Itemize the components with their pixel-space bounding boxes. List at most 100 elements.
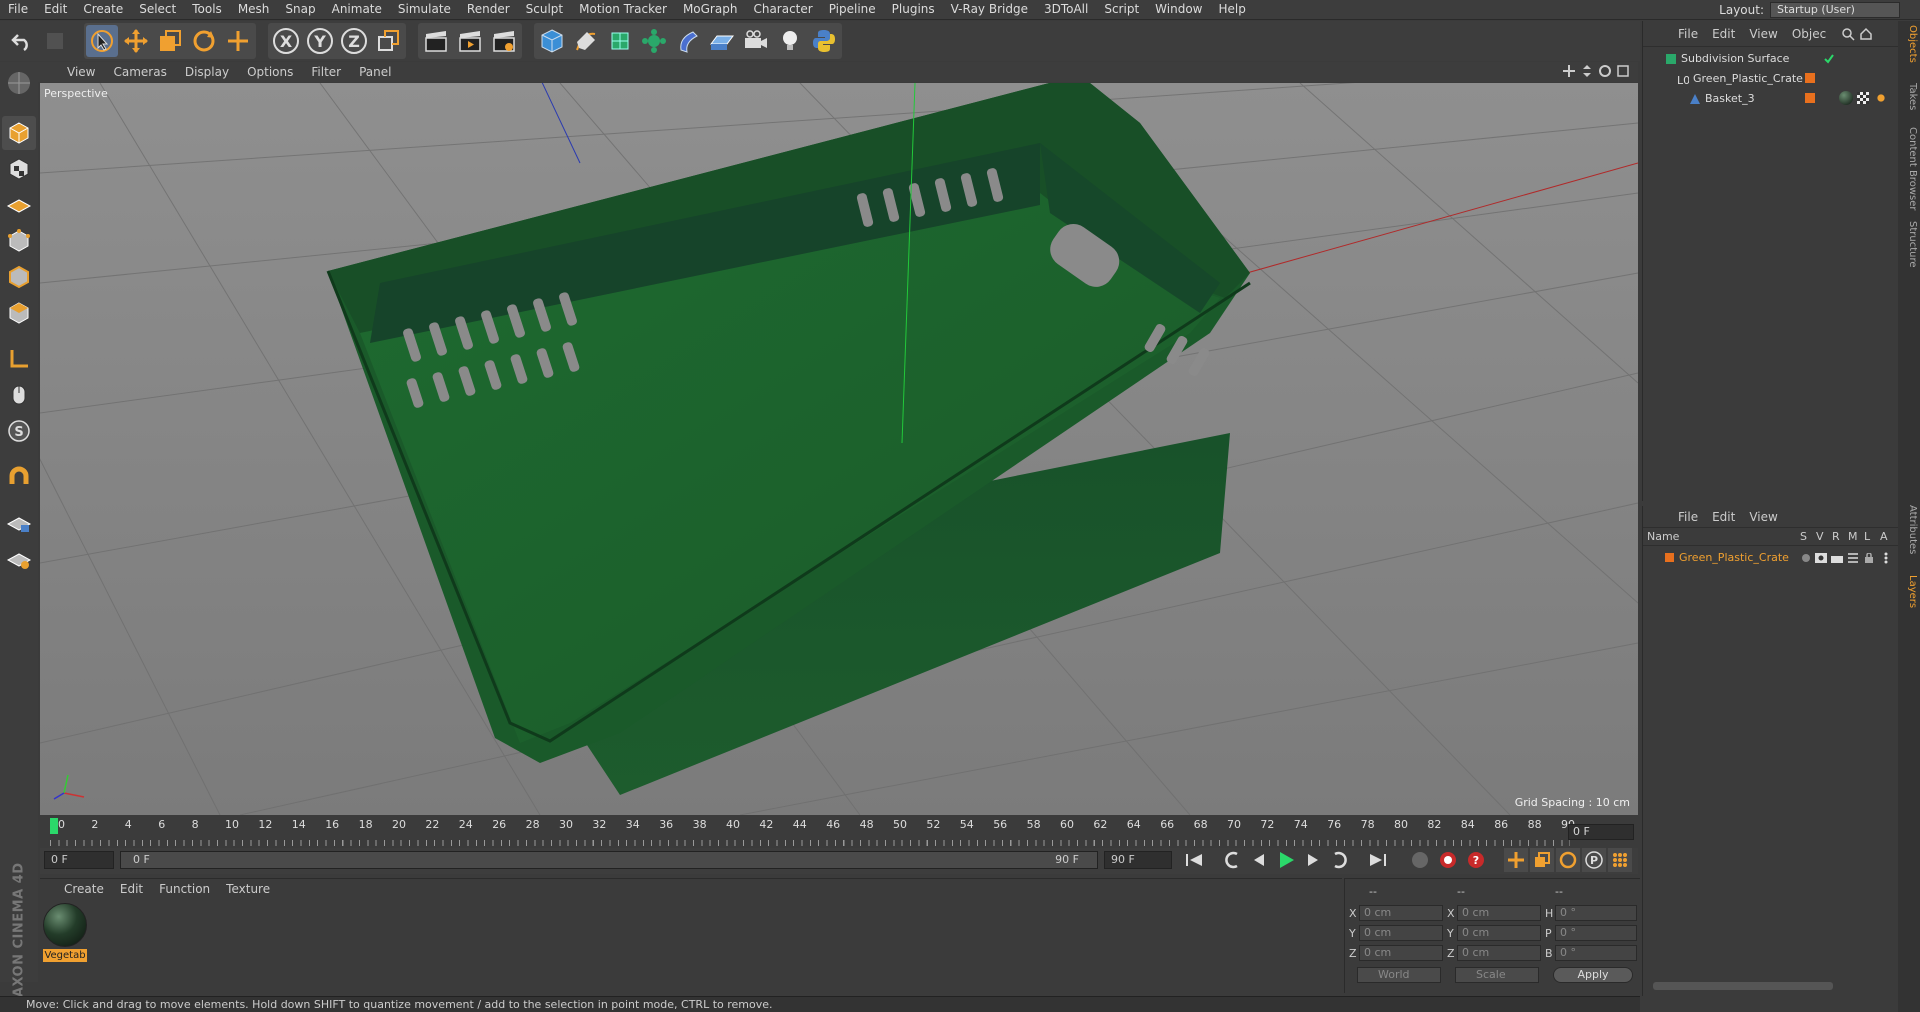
position-y-field[interactable]: 0 cm <box>1359 925 1443 941</box>
make-editable-button[interactable] <box>2 66 36 100</box>
layer-color-swatch[interactable] <box>1665 553 1674 562</box>
material-swatch[interactable]: Vegetab <box>43 903 89 963</box>
menu-tools[interactable]: Tools <box>184 0 230 20</box>
render-clapboard-icon[interactable] <box>1831 553 1843 563</box>
render-picture-viewer-button[interactable] <box>454 25 486 57</box>
solo-dot-icon[interactable] <box>1801 553 1811 563</box>
maximize-view-icon[interactable] <box>1616 64 1630 78</box>
next-key-button[interactable] <box>1328 848 1352 872</box>
menu-pipeline[interactable]: Pipeline <box>821 0 884 20</box>
autokey-button[interactable] <box>1436 848 1460 872</box>
position-z-field[interactable]: 0 cm <box>1359 945 1443 961</box>
tab-content-browser[interactable]: Content Browser <box>1900 127 1918 210</box>
manager-icon[interactable] <box>1847 553 1859 563</box>
object-menu-objects[interactable]: Objec <box>1785 27 1833 41</box>
axis-mode-button[interactable] <box>2 342 36 376</box>
record-keys-button[interactable] <box>1408 848 1432 872</box>
axis-y-button[interactable]: Y <box>304 25 336 57</box>
menu-mesh[interactable]: Mesh <box>230 0 278 20</box>
pan-icon[interactable] <box>1562 64 1576 78</box>
snap-mode-button[interactable]: S <box>2 414 36 448</box>
add-pen-button[interactable] <box>570 25 602 57</box>
prev-frame-button[interactable] <box>1248 848 1272 872</box>
render-view-button[interactable] <box>420 25 452 57</box>
animation-icon[interactable] <box>1883 552 1889 564</box>
key-rotation-button[interactable] <box>1556 848 1580 872</box>
add-subdivision-button[interactable] <box>604 25 636 57</box>
layer-menu-view[interactable]: View <box>1742 510 1784 524</box>
frame-range-slider[interactable]: 0 F 90 F <box>120 851 1098 869</box>
menu-mograph[interactable]: MoGraph <box>675 0 746 20</box>
add-floor-button[interactable] <box>706 25 738 57</box>
end-frame-field[interactable]: 90 F <box>1104 851 1172 869</box>
prev-key-button[interactable] <box>1220 848 1244 872</box>
3d-viewport[interactable]: Perspective Grid Spacing : 10 cm <box>40 83 1638 815</box>
zoom-icon[interactable] <box>1580 64 1594 78</box>
menu-plugins[interactable]: Plugins <box>884 0 943 20</box>
magnet-button[interactable] <box>2 460 36 494</box>
keyframe-selection-button[interactable]: ? <box>1464 848 1488 872</box>
add-light-button[interactable] <box>774 25 806 57</box>
rotate-button[interactable] <box>188 25 220 57</box>
material-menu-edit[interactable]: Edit <box>112 882 151 896</box>
layer-row-green-plastic-crate[interactable]: Green_Plastic_Crate <box>1643 548 1899 567</box>
lock-icon[interactable] <box>1864 553 1874 563</box>
layer-color-swatch[interactable] <box>1805 93 1815 103</box>
play-button[interactable] <box>1274 848 1298 872</box>
coordinate-space-select[interactable]: World <box>1357 967 1441 983</box>
viewport-menu-view[interactable]: View <box>58 65 104 79</box>
menu-character[interactable]: Character <box>745 0 820 20</box>
layout-select[interactable]: Startup (User) <box>1770 2 1900 18</box>
key-scale-button[interactable] <box>1530 848 1554 872</box>
menu-render[interactable]: Render <box>459 0 518 20</box>
menu-vray-bridge[interactable]: V-Ray Bridge <box>943 0 1036 20</box>
planar-workplane-button[interactable] <box>2 542 36 576</box>
viewport-menu-panel[interactable]: Panel <box>350 65 400 79</box>
render-settings-button[interactable] <box>488 25 520 57</box>
tab-objects[interactable]: Objects <box>1900 25 1918 63</box>
layer-color-swatch[interactable] <box>1805 73 1815 83</box>
home-icon[interactable] <box>1859 27 1873 41</box>
redo-button[interactable] <box>40 25 72 57</box>
go-to-end-button[interactable] <box>1366 848 1390 872</box>
object-menu-file[interactable]: File <box>1671 27 1705 41</box>
menu-create[interactable]: Create <box>75 0 131 20</box>
polygons-mode-button[interactable] <box>2 296 36 330</box>
size-z-field[interactable]: 0 cm <box>1457 945 1541 961</box>
menu-sculpt[interactable]: Sculpt <box>518 0 571 20</box>
position-x-field[interactable]: 0 cm <box>1359 905 1443 921</box>
timeline-playhead[interactable] <box>50 818 58 834</box>
menu-select[interactable]: Select <box>131 0 184 20</box>
menu-3dtoall[interactable]: 3DToAll <box>1036 0 1096 20</box>
object-row-subdivision-surface[interactable]: Subdivision Surface <box>1643 49 1899 68</box>
tab-takes[interactable]: Takes <box>1900 83 1918 110</box>
next-frame-button[interactable] <box>1300 848 1324 872</box>
layer-menu-edit[interactable]: Edit <box>1705 510 1742 524</box>
menu-script[interactable]: Script <box>1096 0 1147 20</box>
layer-horizontal-scrollbar[interactable] <box>1653 982 1833 990</box>
workplane-mode-button[interactable] <box>2 188 36 222</box>
material-tag-icon[interactable] <box>1839 91 1853 105</box>
object-row-green-plastic-crate[interactable]: L0 Green_Plastic_Crate <box>1643 69 1899 88</box>
rotation-h-field[interactable]: 0 ° <box>1555 905 1637 921</box>
key-position-button[interactable] <box>1504 848 1528 872</box>
go-to-start-button[interactable] <box>1182 848 1206 872</box>
visible-eye-icon[interactable] <box>1815 553 1827 563</box>
move-button[interactable] <box>120 25 152 57</box>
axis-z-button[interactable]: Z <box>338 25 370 57</box>
live-selection-button[interactable] <box>86 25 118 57</box>
object-menu-edit[interactable]: Edit <box>1705 27 1742 41</box>
menu-motion-tracker[interactable]: Motion Tracker <box>571 0 675 20</box>
size-y-field[interactable]: 0 cm <box>1457 925 1541 941</box>
current-frame-field[interactable]: 0 F <box>1568 824 1634 840</box>
layer-menu-file[interactable]: File <box>1671 510 1705 524</box>
menu-snap[interactable]: Snap <box>277 0 323 20</box>
python-button[interactable] <box>808 25 840 57</box>
add-camera-button[interactable] <box>740 25 772 57</box>
edges-mode-button[interactable] <box>2 260 36 294</box>
viewport-menu-cameras[interactable]: Cameras <box>104 65 175 79</box>
tab-layers[interactable]: Layers <box>1900 575 1918 608</box>
tab-attributes[interactable]: Attributes <box>1900 505 1918 554</box>
key-parameter-button[interactable]: P <box>1582 848 1606 872</box>
model-mode-button[interactable] <box>2 116 36 150</box>
